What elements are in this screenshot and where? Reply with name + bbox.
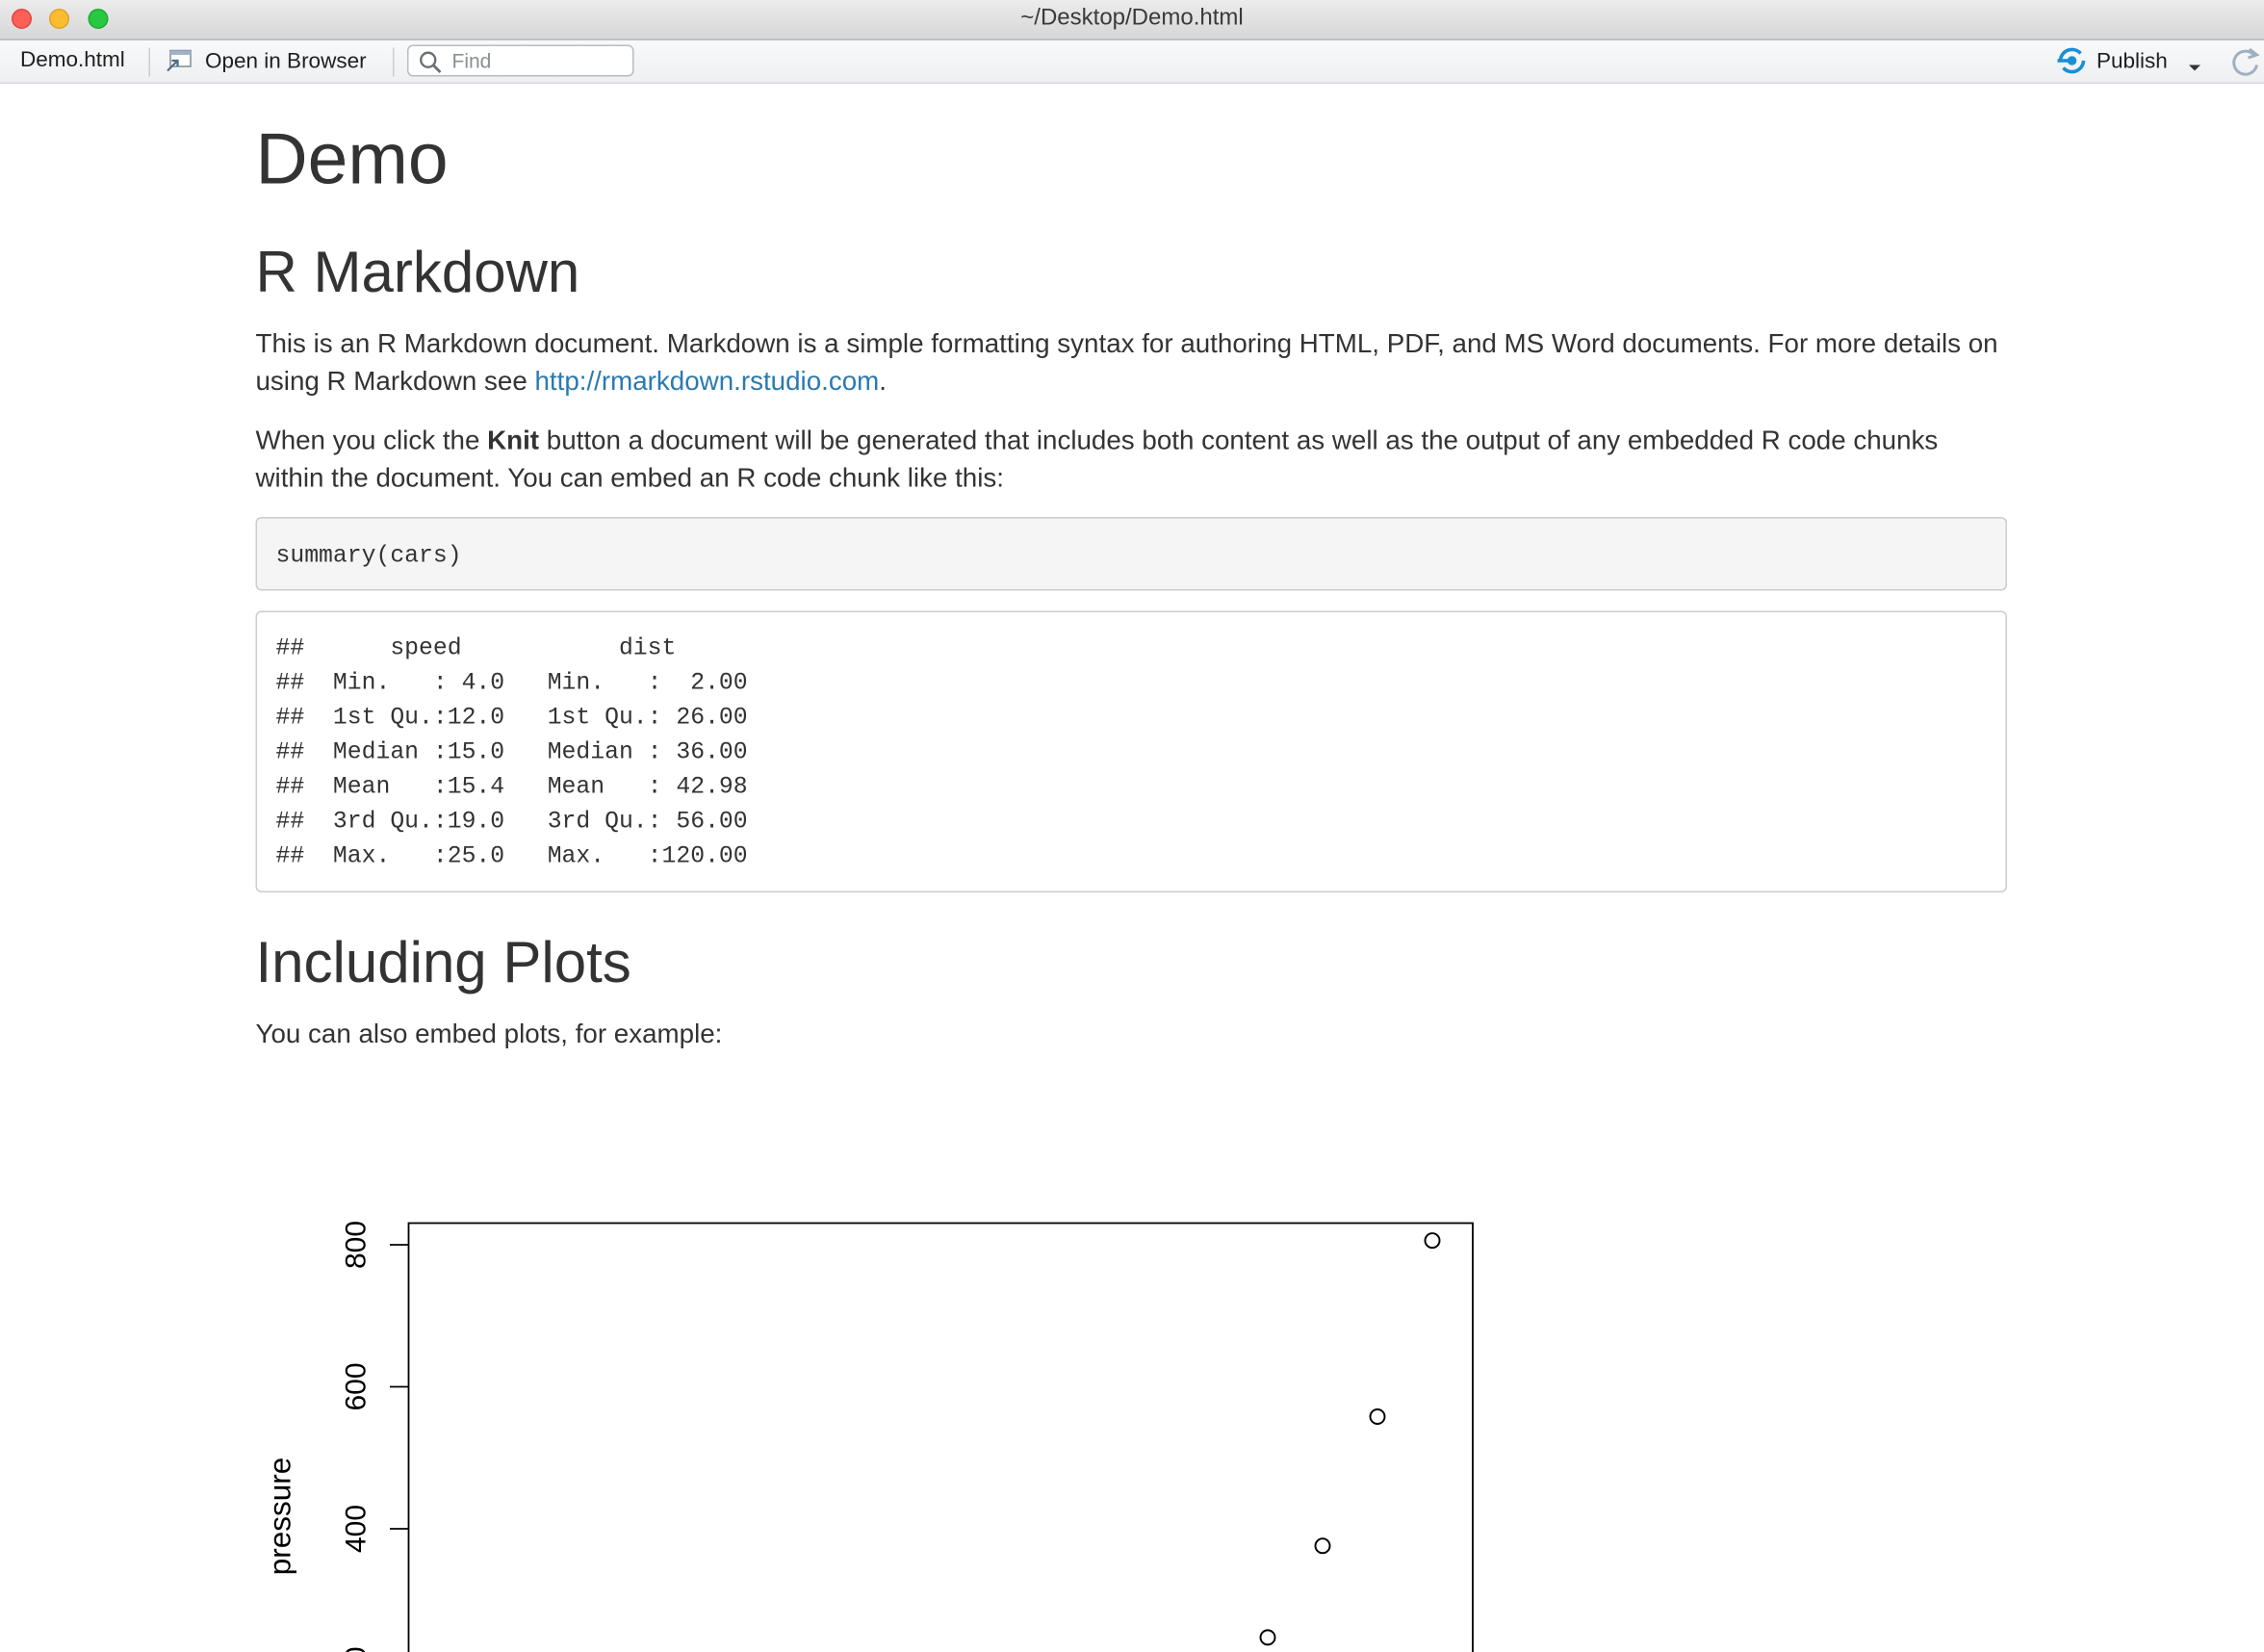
output-line: ## Min. : 4.0 Min. : 2.00	[275, 668, 777, 697]
file-name-label: Demo.html	[20, 47, 125, 73]
publish-icon	[2056, 46, 2088, 75]
intro-end: .	[879, 365, 887, 397]
toolbar-divider	[148, 47, 150, 77]
output-line: ## 1st Qu.:12.0 1st Qu.: 26.00	[275, 703, 777, 732]
plot-points	[1259, 1232, 1441, 1646]
viewer-toolbar: Demo.html Open in Browser Find Publish	[0, 40, 2264, 84]
output-line: ## Max. :25.0 Max. :120.00	[275, 841, 777, 870]
y-tick-label: 200	[341, 1646, 373, 1652]
search-icon	[419, 51, 442, 74]
intro-text: This is an R Markdown document. Markdown…	[255, 327, 1998, 397]
knit-text-before: When you click the	[255, 425, 488, 455]
open-in-browser-label: Open in Browser	[205, 48, 367, 73]
publish-label: Publish	[2097, 48, 2168, 73]
y-tick-label: 800	[341, 1221, 373, 1269]
output-line: ## speed dist	[275, 633, 777, 662]
plots-paragraph: You can also embed plots, for example:	[255, 1018, 723, 1049]
data-point	[1369, 1408, 1386, 1425]
plot-frame	[407, 1222, 1474, 1652]
rmarkdown-link[interactable]: http://rmarkdown.rstudio.com	[534, 366, 879, 397]
knit-paragraph: When you click the Knit button a documen…	[256, 422, 2009, 497]
y-tick-label: 600	[341, 1362, 373, 1410]
browser-window-icon	[165, 48, 193, 74]
data-point	[1314, 1537, 1331, 1555]
publish-button[interactable]: Publish	[2056, 45, 2202, 77]
output-line: ## 3rd Qu.:19.0 3rd Qu.: 56.00	[275, 807, 777, 836]
section-heading-r-markdown: R Markdown	[255, 241, 580, 305]
data-point	[1259, 1629, 1276, 1646]
chevron-down-icon[interactable]	[2188, 55, 2202, 71]
code-chunk-input: summary(cars)	[255, 517, 2007, 591]
page-title: Demo	[255, 118, 449, 199]
y-axis-label: pressure	[263, 1458, 297, 1576]
y-tick-label: 400	[341, 1505, 373, 1553]
section-heading-including-plots: Including Plots	[255, 931, 631, 995]
output-line: ## Mean :15.4 Mean : 42.98	[275, 772, 777, 801]
y-axis: 200 400 600 800	[341, 1221, 409, 1652]
toolbar-divider	[393, 47, 395, 77]
pressure-scatter-plot: 200 400 600 800 pressure	[263, 1221, 1474, 1652]
title-bar: ~/Desktop/Demo.html	[0, 0, 2264, 40]
output-line: ## Median :15.0 Median : 36.00	[275, 737, 777, 766]
window-title: ~/Desktop/Demo.html	[1020, 6, 1244, 31]
rstudio-viewer-window: ~/Desktop/Demo.html Demo.html Open in Br…	[0, 0, 2264, 1652]
open-in-browser-button[interactable]: Open in Browser	[165, 48, 367, 74]
code-chunk-output: ## speed dist ## Min. : 4.0 Min. : 2.00 …	[255, 610, 2007, 892]
knit-bold: Knit	[487, 425, 540, 455]
refresh-icon[interactable]	[2229, 46, 2261, 78]
data-point	[1424, 1232, 1441, 1250]
intro-paragraph: This is an R Markdown document. Markdown…	[256, 325, 2009, 400]
